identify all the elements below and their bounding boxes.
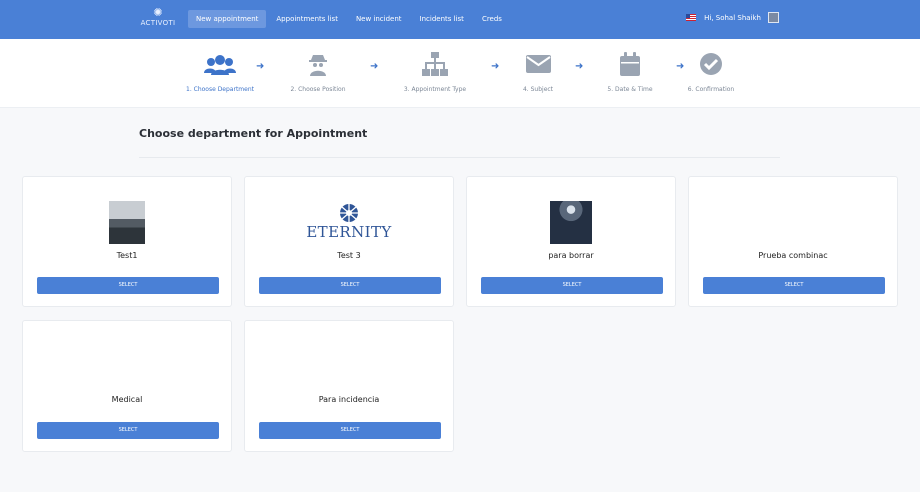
- user-menu[interactable]: Hi, Sohal Shaikh: [686, 12, 779, 23]
- department-name: Test1: [116, 251, 138, 260]
- user-greeting[interactable]: Hi, Sohal Shaikh: [704, 14, 761, 22]
- divider: [139, 157, 780, 158]
- nav-new-appointment[interactable]: New appointment: [188, 10, 267, 28]
- department-name: Medical: [111, 395, 143, 404]
- main-nav: New appointment Appointments list New in…: [188, 10, 512, 28]
- nav-new-incident[interactable]: New incident: [348, 10, 410, 28]
- avatar[interactable]: [768, 12, 779, 23]
- select-button[interactable]: SELECT: [259, 277, 441, 294]
- select-button[interactable]: SELECT: [703, 277, 885, 294]
- page-title: Choose department for Appointment: [139, 127, 368, 140]
- department-name: Para incidencia: [318, 395, 380, 404]
- eternity-logo: ETERNITY: [305, 203, 393, 243]
- appointment-stepper: 1. Choose Department ➜ 2. Choose Positio…: [0, 39, 920, 108]
- step-choose-position[interactable]: 2. Choose Position: [263, 52, 373, 93]
- department-name: Test 3: [337, 251, 361, 260]
- select-button[interactable]: SELECT: [37, 277, 219, 294]
- check-circle-icon: [656, 52, 766, 76]
- department-card[interactable]: ETERNITY Test 3 SELECT: [244, 176, 454, 307]
- brand-logo[interactable]: ✺ ACTIVOTI: [136, 7, 180, 33]
- nav-incidents-list[interactable]: Incidents list: [412, 10, 472, 28]
- step-appointment-type[interactable]: 3. Appointment Type: [380, 52, 490, 93]
- department-image: [550, 201, 592, 244]
- department-card[interactable]: para borrar SELECT: [466, 176, 676, 307]
- us-flag-icon[interactable]: [686, 14, 697, 21]
- select-button[interactable]: SELECT: [481, 277, 663, 294]
- department-panel: Choose department for Appointment Test1 …: [0, 108, 920, 492]
- step-label: 1. Choose Department: [186, 86, 254, 93]
- department-card[interactable]: Prueba combinac SELECT: [688, 176, 898, 307]
- spy-icon: [263, 52, 373, 76]
- department-image: [109, 201, 145, 244]
- step-label: 2. Choose Position: [290, 86, 346, 93]
- department-name: para borrar: [548, 251, 594, 260]
- nav-appointments-list[interactable]: Appointments list: [268, 10, 346, 28]
- brand-icon: ✺: [153, 6, 163, 19]
- top-navbar: ✺ ACTIVOTI New appointment Appointments …: [0, 0, 920, 39]
- eternity-logo-text: ETERNITY: [306, 223, 392, 241]
- step-label: 3. Appointment Type: [403, 86, 467, 93]
- department-card[interactable]: Medical SELECT: [22, 320, 232, 452]
- department-name: Prueba combinac: [758, 251, 828, 260]
- department-card[interactable]: Para incidencia SELECT: [244, 320, 454, 452]
- brand-name: ACTIVOTI: [140, 19, 176, 27]
- step-label: 6. Confirmation: [687, 86, 735, 93]
- step-confirmation[interactable]: 6. Confirmation: [656, 52, 766, 93]
- nav-creds[interactable]: Creds: [474, 10, 510, 28]
- select-button[interactable]: SELECT: [37, 422, 219, 439]
- select-button[interactable]: SELECT: [259, 422, 441, 439]
- department-card[interactable]: Test1 SELECT: [22, 176, 232, 307]
- sitemap-icon: [380, 52, 490, 76]
